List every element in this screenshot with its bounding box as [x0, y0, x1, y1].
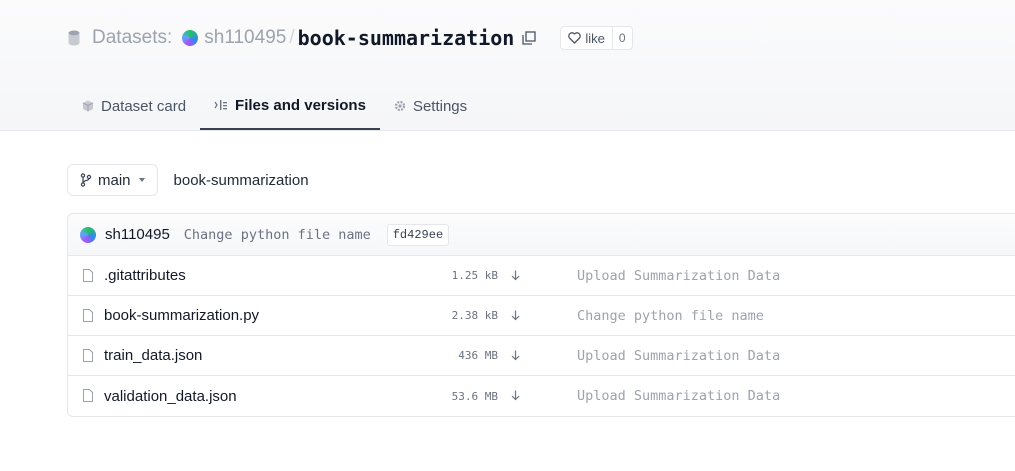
file-row[interactable]: book-summarization.py 2.38 kB Change pyt…: [68, 296, 1015, 336]
like-main[interactable]: like: [561, 27, 612, 49]
like-button[interactable]: like 0: [560, 26, 633, 50]
file-commit-message[interactable]: Upload Summarization Data: [577, 268, 780, 284]
tab-label: Files and versions: [235, 96, 366, 114]
file-name[interactable]: train_data.json: [104, 347, 202, 364]
commit-message[interactable]: Change python file name: [184, 227, 371, 243]
datasets-label[interactable]: Datasets:: [92, 27, 172, 49]
branch-selector[interactable]: main: [67, 164, 158, 196]
file-name[interactable]: book-summarization.py: [104, 307, 259, 324]
file-commit-message[interactable]: Change python file name: [577, 308, 764, 324]
repo-title-row: Datasets: sh110495 / book-summarization …: [68, 24, 633, 52]
file-size: 436 MB: [458, 349, 498, 362]
like-label: like: [585, 30, 605, 46]
file-list: sh110495 Change python file name fd429ee…: [67, 213, 1015, 417]
git-branch-icon: [80, 173, 92, 187]
file-name[interactable]: validation_data.json: [104, 388, 237, 405]
file-size: 53.6 MB: [451, 389, 498, 403]
download-icon[interactable]: [511, 270, 520, 281]
owner-link[interactable]: sh110495: [204, 27, 286, 49]
current-path[interactable]: book-summarization: [174, 172, 309, 189]
file-icon: [83, 389, 93, 402]
download-icon[interactable]: [511, 350, 520, 361]
file-name[interactable]: .gitattributes: [104, 267, 186, 284]
branch-row: main book-summarization: [67, 164, 309, 196]
repo-tabs: Dataset card Files and versions Settings: [68, 82, 481, 130]
path-separator: /: [289, 27, 295, 48]
database-icon: [68, 30, 80, 46]
file-row[interactable]: train_data.json 436 MB Upload Summarizat…: [68, 336, 1015, 376]
download-icon[interactable]: [511, 310, 520, 321]
file-row[interactable]: .gitattributes 1.25 kB Upload Summarizat…: [68, 256, 1015, 296]
copy-icon[interactable]: [522, 31, 537, 45]
heart-icon: [568, 32, 582, 44]
gear-icon: [394, 100, 406, 112]
file-size: 1.25 kB: [451, 269, 498, 282]
commit-author-avatar[interactable]: [80, 226, 96, 243]
like-count[interactable]: 0: [611, 27, 632, 49]
tab-label: Dataset card: [101, 97, 187, 115]
file-row[interactable]: validation_data.json 53.6 MB Upload Summ…: [68, 376, 1015, 416]
dataset-card-icon: [82, 100, 94, 112]
tab-settings[interactable]: Settings: [380, 82, 481, 130]
commit-hash[interactable]: fd429ee: [386, 223, 450, 246]
download-icon[interactable]: [511, 390, 520, 401]
tab-label: Settings: [412, 97, 468, 115]
branch-name: main: [98, 171, 131, 189]
chevron-down-icon: [138, 178, 145, 182]
file-commit-message[interactable]: Upload Summarization Data: [577, 388, 780, 404]
file-icon: [83, 309, 93, 322]
commit-author[interactable]: sh110495: [105, 226, 170, 243]
tab-files-and-versions[interactable]: Files and versions: [200, 82, 380, 130]
file-icon: [83, 269, 93, 282]
owner-avatar[interactable]: [182, 30, 199, 46]
file-icon: [83, 349, 93, 362]
repo-header: Datasets: sh110495 / book-summarization …: [0, 0, 1015, 131]
repo-name-link[interactable]: book-summarization: [298, 26, 515, 50]
last-commit-row: sh110495 Change python file name fd429ee: [68, 214, 1015, 256]
files-icon: [214, 100, 228, 110]
file-commit-message[interactable]: Upload Summarization Data: [577, 348, 780, 364]
tab-dataset-card[interactable]: Dataset card: [68, 82, 200, 130]
file-size: 2.38 kB: [451, 309, 498, 322]
